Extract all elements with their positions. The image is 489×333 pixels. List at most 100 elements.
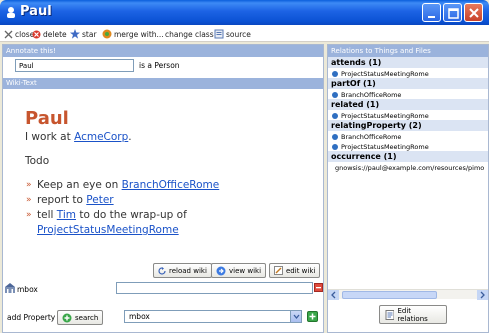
relation-item-label: BranchOfficeRome <box>341 132 402 141</box>
toolbar-delete-label: delete <box>43 29 67 39</box>
wiki-title: Paul <box>25 108 69 129</box>
scroll-left-button[interactable] <box>328 290 339 300</box>
property-value-field[interactable] <box>116 282 313 294</box>
tim-link[interactable]: Tim <box>57 209 76 221</box>
view-wiki-label: view wiki <box>229 266 262 275</box>
bullet-icon: » <box>26 210 32 220</box>
toolbar-delete-button[interactable]: delete <box>32 28 67 40</box>
chevron-left-icon <box>331 291 336 299</box>
delete-icon <box>32 30 41 38</box>
item-prefix: report to <box>37 194 87 206</box>
scroll-right-button[interactable] <box>477 290 488 300</box>
close-x-icon <box>469 8 479 18</box>
relations-list: attends (1) ProjectStatusMeetingRome par… <box>328 57 488 172</box>
toolbar-change-class-label: change class <box>165 29 214 39</box>
chevron-right-icon <box>480 291 485 299</box>
reload-wiki-label: reload wiki <box>169 266 207 275</box>
peter-link[interactable]: Peter <box>86 194 113 206</box>
thing-icon <box>332 91 338 98</box>
relation-group-related: related (1) <box>328 99 488 110</box>
thing-icon <box>332 143 338 150</box>
remove-property-button[interactable] <box>314 283 323 292</box>
thing-icon <box>332 133 338 140</box>
relation-item-label: BranchOfficeRome <box>341 90 402 99</box>
relation-item[interactable]: ProjectStatusMeetingRome <box>328 68 488 78</box>
toolbar-source-label: source <box>226 29 251 39</box>
property-label: mbox <box>17 285 38 294</box>
left-panel: Annotate this! is a Person Wiki-Text Pau… <box>2 44 324 333</box>
work-suffix: . <box>128 131 132 143</box>
is-a-label: is a Person <box>139 61 180 70</box>
add-search-icon <box>62 313 72 322</box>
relation-group-attends: attends (1) <box>328 57 488 68</box>
property-icon <box>5 283 15 293</box>
minus-icon <box>316 287 321 289</box>
name-input[interactable] <box>15 59 134 72</box>
toolbar-change-class-button[interactable]: change class <box>165 28 214 40</box>
add-property-label: add Property <box>7 313 56 322</box>
search-button-label: search <box>75 313 99 322</box>
relation-item[interactable]: BranchOfficeRome <box>328 131 488 141</box>
app-window: Paul close delete star merge with... cha… <box>0 0 489 333</box>
view-wiki-button[interactable]: view wiki <box>211 263 267 278</box>
add-property-button[interactable] <box>307 311 318 322</box>
view-icon <box>216 266 226 275</box>
relation-item[interactable]: BranchOfficeRome <box>328 89 488 99</box>
horizontal-scrollbar[interactable] <box>328 289 488 300</box>
toolbar-merge-button[interactable]: merge with... <box>102 28 164 40</box>
annotate-header: Annotate this! <box>3 45 323 57</box>
source-icon <box>214 29 224 39</box>
toolbar-source-button[interactable]: source <box>214 28 251 40</box>
bullet-icon: » <box>26 195 32 205</box>
relation-item[interactable]: ProjectStatusMeetingRome <box>328 141 488 151</box>
relation-item[interactable]: gnowsis://paul@example.com/resources/pim… <box>328 162 488 172</box>
relation-item-label: gnowsis://paul@example.com/resources/pim… <box>335 163 485 172</box>
edit-wiki-label: edit wiki <box>286 266 316 275</box>
search-button[interactable]: search <box>57 310 104 325</box>
bullet-icon: » <box>26 180 32 190</box>
edit-relations-button[interactable]: Edit relations <box>379 305 447 324</box>
item-prefix: tell <box>37 209 57 221</box>
property-select[interactable]: mbox <box>124 310 302 323</box>
app-icon <box>7 7 15 18</box>
title-bar: Paul <box>0 0 489 25</box>
relation-group-occurrence: occurrence (1) <box>328 151 488 162</box>
minimize-button[interactable] <box>422 3 441 22</box>
list-item: » tell Tim to do the wrap-up of <box>25 208 219 223</box>
maximize-button[interactable] <box>443 3 462 22</box>
list-item: » report to Peter <box>25 193 219 208</box>
reload-wiki-button[interactable]: reload wiki <box>153 263 212 278</box>
item-prefix: Keep an eye on <box>37 179 122 191</box>
toolbar-star-button[interactable]: star <box>70 28 97 40</box>
todo-heading: Todo <box>25 155 50 167</box>
star-icon <box>70 29 80 39</box>
toolbar: close delete star merge with... change c… <box>0 25 489 42</box>
toolbar-merge-label: merge with... <box>114 29 164 39</box>
property-row: mbox <box>3 281 323 297</box>
toolbar-close-button[interactable]: close <box>4 28 34 40</box>
edit-wiki-button[interactable]: edit wiki <box>269 263 321 278</box>
branchofficerome-link[interactable]: BranchOfficeRome <box>122 179 220 191</box>
window-close-button[interactable] <box>464 3 483 22</box>
edit-relations-label: Edit relations <box>397 306 428 323</box>
merge-icon <box>102 29 112 39</box>
chevron-down-icon[interactable] <box>290 311 301 322</box>
relation-item-label: ProjectStatusMeetingRome <box>341 142 429 151</box>
relation-group-relatingproperty: relatingProperty (2) <box>328 120 488 131</box>
plus-icon <box>309 313 316 320</box>
thing-icon <box>332 70 338 77</box>
todo-list: » Keep an eye on BranchOfficeRome » repo… <box>25 178 219 238</box>
window-title: Paul <box>20 4 52 19</box>
edit-icon <box>274 266 283 275</box>
close-icon <box>4 30 13 38</box>
property-select-value: mbox <box>129 312 150 321</box>
wiki-work-line: I work at AcmeCorp. <box>25 131 132 143</box>
scroll-thumb[interactable] <box>342 291 437 299</box>
relation-item[interactable]: ProjectStatusMeetingRome <box>328 110 488 120</box>
acmecorp-link[interactable]: AcmeCorp <box>74 131 128 143</box>
annotate-section: is a Person <box>3 57 323 74</box>
wiki-text-header: Wiki-Text <box>3 78 323 89</box>
projectstatusmeetingrome-link[interactable]: ProjectStatusMeetingRome <box>37 224 179 236</box>
list-item: » Keep an eye on BranchOfficeRome <box>25 178 219 193</box>
wiki-buttons: reload wiki view wiki edit wiki <box>3 263 323 278</box>
